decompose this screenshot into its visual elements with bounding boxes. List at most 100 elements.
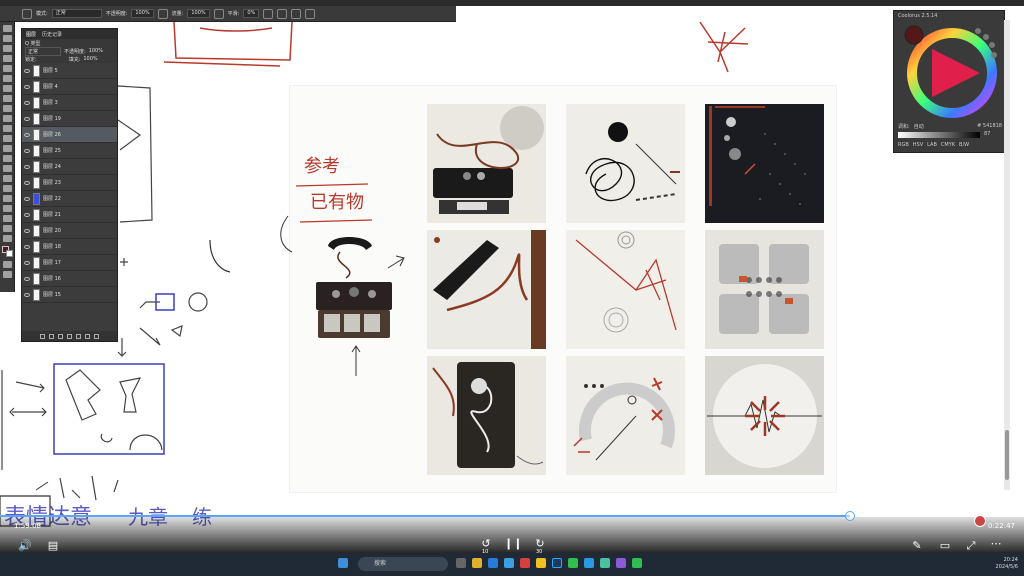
symmetry-icon[interactable] xyxy=(305,8,316,19)
edge-icon[interactable] xyxy=(488,558,498,568)
hex-readout[interactable]: # 541818 xyxy=(977,123,1002,130)
app-red-icon[interactable] xyxy=(520,558,530,568)
file-explorer-icon[interactable] xyxy=(472,558,482,568)
layer-thumbnail xyxy=(33,64,40,77)
visibility-eye-icon[interactable] xyxy=(24,196,30,201)
tab-layers[interactable]: 图层 xyxy=(26,31,36,38)
layer-mask-icon[interactable] xyxy=(58,333,63,339)
app-purple-icon[interactable] xyxy=(616,558,626,568)
start-icon[interactable] xyxy=(338,558,348,568)
artwork-tile-7[interactable] xyxy=(427,356,546,475)
layer-row[interactable]: 图层 25 xyxy=(22,143,117,159)
rewind-10-button[interactable]: ↺ 10 xyxy=(476,538,496,556)
visibility-eye-icon[interactable] xyxy=(24,116,30,121)
visibility-eye-icon[interactable] xyxy=(24,292,30,297)
app-green-icon[interactable] xyxy=(632,558,642,568)
value-slider[interactable] xyxy=(898,132,980,138)
wechat-icon[interactable] xyxy=(568,558,578,568)
artwork-tile-9[interactable] xyxy=(705,356,824,475)
new-group-icon[interactable] xyxy=(76,333,81,339)
color-wheel[interactable] xyxy=(898,23,1002,123)
layer-row[interactable]: 图层 18 xyxy=(22,239,117,255)
visibility-eye-icon[interactable] xyxy=(24,276,30,281)
layer-row[interactable]: 图层 23 xyxy=(22,175,117,191)
artwork-tile-8[interactable] xyxy=(566,356,685,475)
visibility-eye-icon[interactable] xyxy=(24,260,30,265)
visibility-eye-icon[interactable] xyxy=(24,212,30,217)
artwork-tile-1[interactable] xyxy=(427,104,546,223)
layer-row[interactable]: 图层 15 xyxy=(22,287,117,303)
artwork-tile-5[interactable] xyxy=(566,230,685,349)
cast-icon[interactable]: ▭ xyxy=(938,540,952,552)
visibility-eye-icon[interactable] xyxy=(24,180,30,185)
canvas-scrollbar[interactable] xyxy=(1004,20,1010,490)
artwork-tile-6[interactable] xyxy=(705,230,824,349)
layer-row[interactable]: 图层 3 xyxy=(22,95,117,111)
app-blue-icon[interactable] xyxy=(584,558,594,568)
layer-row[interactable]: 图层 4 xyxy=(22,79,117,95)
layer-name: 图层 18 xyxy=(43,244,61,250)
visibility-eye-icon[interactable] xyxy=(24,148,30,153)
layer-list: 图层 5 图层 4 图层 3 图层 19 图层 26 图层 25 图层 24 图层 23 图层 … xyxy=(22,63,117,303)
video-progress-handle[interactable] xyxy=(844,511,855,521)
visibility-eye-icon[interactable] xyxy=(24,68,30,73)
elapsed-time: 1:59:08 xyxy=(14,522,41,530)
visibility-eye-icon[interactable] xyxy=(24,228,30,233)
layer-row[interactable]: 图层 19 xyxy=(22,111,117,127)
tab-history[interactable]: 历史记录 xyxy=(42,31,62,38)
taskbar-search[interactable]: 搜索 xyxy=(358,557,448,571)
tab-bw[interactable]: B/W xyxy=(959,142,969,148)
task-view-icon[interactable] xyxy=(456,558,466,568)
visibility-eye-icon[interactable] xyxy=(24,164,30,169)
layer-kind-filter[interactable]: Q 类型 xyxy=(25,40,41,47)
adjustment-layer-icon[interactable] xyxy=(67,333,72,339)
forward-30-button[interactable]: ↻ 30 xyxy=(530,538,550,556)
artwork-tile-3[interactable] xyxy=(705,104,824,223)
artwork-tile-2[interactable] xyxy=(566,104,685,223)
layer-row[interactable]: 图层 17 xyxy=(22,255,117,271)
pen-icon[interactable]: ✎ xyxy=(910,540,924,552)
layer-row[interactable]: 图层 26 xyxy=(22,127,117,143)
layer-row[interactable]: 图层 24 xyxy=(22,159,117,175)
visibility-eye-icon[interactable] xyxy=(24,84,30,89)
new-layer-icon[interactable] xyxy=(85,333,90,339)
subtitles-icon[interactable]: ▤ xyxy=(46,540,60,552)
layer-row[interactable]: 图层 20 xyxy=(22,223,117,239)
video-progress-fill xyxy=(0,515,850,517)
pressure-size-icon[interactable] xyxy=(291,8,302,19)
more-options-icon[interactable]: ⋯ xyxy=(988,538,1004,550)
chrome-icon[interactable] xyxy=(536,558,546,568)
mixer-mode[interactable]: 自动 xyxy=(914,123,924,130)
layer-name: 图层 22 xyxy=(43,196,61,202)
layer-row[interactable]: 图层 22 xyxy=(22,191,117,207)
tab-rgb[interactable]: RGB xyxy=(898,142,909,148)
pause-button[interactable]: ❙❙ xyxy=(504,538,522,550)
tab-lab[interactable]: LAB xyxy=(927,142,937,148)
system-tray-clock[interactable]: 20:24 2024/5/6 xyxy=(996,557,1018,571)
sketch-triangle xyxy=(170,325,183,338)
visibility-eye-icon[interactable] xyxy=(24,132,30,137)
fill-field[interactable]: 100% xyxy=(83,56,97,62)
tab-hsv[interactable]: HSV xyxy=(913,142,923,148)
link-layers-icon[interactable] xyxy=(40,333,45,339)
layer-style-icon[interactable] xyxy=(49,333,54,339)
layer-row[interactable]: 图层 21 xyxy=(22,207,117,223)
scrollbar-thumb[interactable] xyxy=(1005,430,1009,480)
photoshop-icon[interactable] xyxy=(552,558,562,568)
layer-row[interactable]: 图层 16 xyxy=(22,271,117,287)
visibility-eye-icon[interactable] xyxy=(24,100,30,105)
store-icon[interactable] xyxy=(504,558,514,568)
trash-icon[interactable] xyxy=(94,333,99,339)
blend-mode-select[interactable]: 正常 xyxy=(25,46,61,56)
visibility-eye-icon[interactable] xyxy=(24,244,30,249)
layer-opacity-field[interactable]: 100% xyxy=(89,48,103,54)
tab-cmyk[interactable]: CMYK xyxy=(941,142,955,148)
layer-name: 图层 26 xyxy=(43,132,61,138)
saturation-triangle[interactable] xyxy=(932,49,980,97)
layer-row[interactable]: 图层 5 xyxy=(22,63,117,79)
fullscreen-icon[interactable]: ⤢ xyxy=(964,540,978,552)
app-teal-icon[interactable] xyxy=(600,558,610,568)
artwork-tile-4[interactable] xyxy=(427,230,546,349)
volume-icon[interactable]: 🔊 xyxy=(18,540,32,552)
layer-thumbnail xyxy=(33,288,40,301)
